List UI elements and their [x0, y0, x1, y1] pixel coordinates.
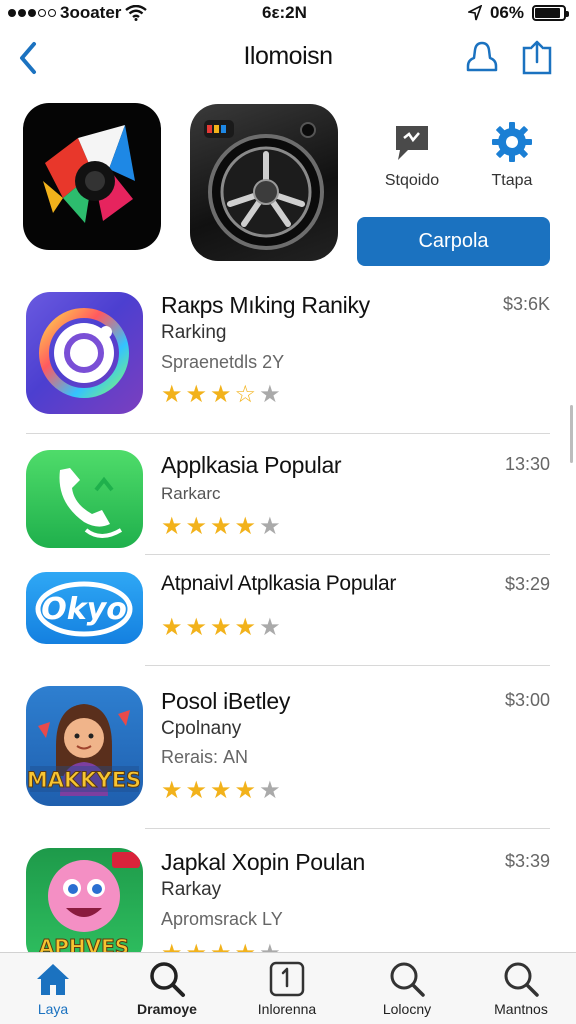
wifi-icon: [125, 5, 148, 21]
share-icon[interactable]: [518, 38, 558, 78]
star-rating: ★★★★★: [161, 616, 281, 640]
character-game-icon: MAKKYES: [26, 686, 143, 806]
app-price[interactable]: $3:29: [505, 574, 550, 595]
search-icon: [501, 959, 541, 999]
battery-icon: [532, 5, 569, 21]
star-rating: ★★★★★: [161, 779, 281, 803]
tab-games[interactable]: Dramoye: [112, 959, 222, 1017]
camera-lens-icon: [26, 292, 143, 414]
star-filled-icon: ★: [234, 513, 257, 540]
star-filled-icon: ★: [161, 777, 183, 804]
featured-app-icon-1[interactable]: [23, 103, 161, 250]
list-item[interactable]: Applkasia Popular Rarkarc ★ ★ ★ ★ ★ 13:30: [0, 450, 576, 550]
star-empty-icon: ★: [259, 513, 281, 540]
search-icon: [387, 959, 427, 999]
list-divider: [145, 665, 550, 666]
app-subtitle: Rarking: [161, 322, 227, 343]
chat-bubble-icon: [390, 120, 434, 164]
app-meta: Spraenetdls 2Y: [161, 352, 285, 372]
status-bar: 3ooater 6ε:2Ν 06%: [0, 0, 576, 26]
app-price[interactable]: $3:6K: [503, 294, 550, 315]
scroll-indicator[interactable]: [570, 405, 573, 463]
phone-chat-icon: [26, 450, 143, 548]
status-time: 6ε:2Ν: [262, 3, 307, 22]
star-filled-icon: ★: [234, 777, 257, 804]
app-name: Atpnaivl Atplkasia Popular: [161, 572, 397, 595]
gear-icon: [490, 120, 534, 164]
star-filled-icon: ★: [234, 614, 257, 641]
star-filled-icon: ★: [210, 777, 232, 804]
list-divider: [145, 828, 550, 829]
signal-dots-icon: [8, 9, 56, 17]
app-subtitle: Cpolnany: [161, 718, 242, 739]
battery-level-fill: [535, 8, 561, 18]
tab-bar: Laya Dramoye Inlorenna Lolocny Mantnos: [0, 952, 576, 1024]
star-filled-icon: ★: [161, 513, 183, 540]
star-rating: ★ ★ ★ ☆ ★: [161, 383, 281, 407]
update-box-icon: [267, 959, 307, 999]
tab-label: Mantnos: [494, 1001, 548, 1017]
star-empty-icon: ★: [259, 777, 281, 804]
list-item[interactable]: Okyo Atpnaivl Atplkasia Popular ★ ★ ★ ★ ★ $3…: [0, 568, 576, 658]
tab-search[interactable]: Lolocny: [352, 959, 462, 1017]
app-meta: Rerais: ΑΝ: [161, 747, 249, 767]
app-price[interactable]: $3:39: [505, 851, 550, 872]
svg-text:Okyo: Okyo: [41, 592, 127, 627]
app-name: Raкps Mıking Raniky: [161, 292, 370, 318]
star-filled-icon: ★: [210, 381, 232, 408]
tab-updates[interactable]: Inlorenna: [232, 959, 342, 1017]
quick-action-label-2: Ttapa: [491, 172, 533, 189]
list-divider: [26, 433, 550, 434]
app-meta: Apromsrack LY: [161, 909, 283, 929]
star-filled-icon: ★: [161, 381, 183, 408]
app-price[interactable]: $3:00: [505, 690, 550, 711]
star-rating: ★★★★★: [161, 515, 281, 539]
tab-label: Inlorenna: [257, 1001, 317, 1017]
search-icon: [147, 959, 187, 999]
cloud-logo-icon: Okyo: [26, 572, 143, 644]
home-icon: [33, 959, 73, 999]
app-price[interactable]: 13:30: [505, 454, 550, 475]
quick-action-label-1: Stqoido: [384, 172, 440, 189]
tab-label: Dramoye: [137, 1001, 197, 1017]
list-item[interactable]: MAKKYES Posol iBetley Cpolnany Rerais: Α…: [0, 684, 576, 809]
list-item[interactable]: Raкps Mıking Raniky Rarking Spraenetdls …: [0, 290, 576, 415]
tab-label: Laya: [37, 1001, 69, 1017]
app-name: Applkasia Popular: [161, 452, 342, 478]
carrier-name: 3ooater: [60, 3, 122, 22]
primary-action-button[interactable]: Carpola: [357, 217, 550, 266]
list-item[interactable]: APHVES Japkal Xopin Poulan Rarkay Aproms…: [0, 846, 576, 966]
quick-action-2[interactable]: Ttapa: [472, 120, 552, 190]
app-subtitle: Rarkarc: [161, 484, 221, 503]
app-name: Japkal Xopin Poulan: [161, 849, 366, 875]
tab-label: Lolocny: [382, 1001, 432, 1017]
carrier-group: 3ooater: [8, 3, 148, 23]
game-icon-text: MAKKYES: [27, 768, 141, 792]
app-name: Posol iBetley: [161, 688, 291, 714]
star-filled-icon: ★: [210, 614, 232, 641]
star-empty-icon: ★: [259, 381, 281, 408]
app-subtitle: Rarkay: [161, 879, 222, 900]
star-filled-icon: ★: [210, 513, 232, 540]
star-filled-icon: ★: [185, 381, 208, 408]
user-outline-icon[interactable]: [462, 38, 502, 78]
star-filled-icon: ★: [185, 777, 208, 804]
star-filled-icon: ★: [185, 614, 208, 641]
pink-monster-icon: APHVES: [26, 848, 143, 966]
star-half-icon: ☆: [234, 381, 257, 408]
nav-bar: Ilomoisn: [0, 34, 576, 82]
star-empty-icon: ★: [259, 614, 281, 641]
location-arrow-icon: [467, 5, 482, 21]
battery-percent: 06%: [489, 3, 524, 22]
tab-today[interactable]: Laya: [0, 959, 108, 1017]
list-divider: [145, 554, 550, 555]
status-right: 06%: [467, 3, 569, 23]
quick-action-1[interactable]: Stqoido: [372, 120, 452, 190]
featured-app-icon-2[interactable]: [190, 104, 338, 261]
tab-more[interactable]: Mantnos: [466, 959, 576, 1017]
star-filled-icon: ★: [185, 513, 208, 540]
star-filled-icon: ★: [161, 614, 183, 641]
